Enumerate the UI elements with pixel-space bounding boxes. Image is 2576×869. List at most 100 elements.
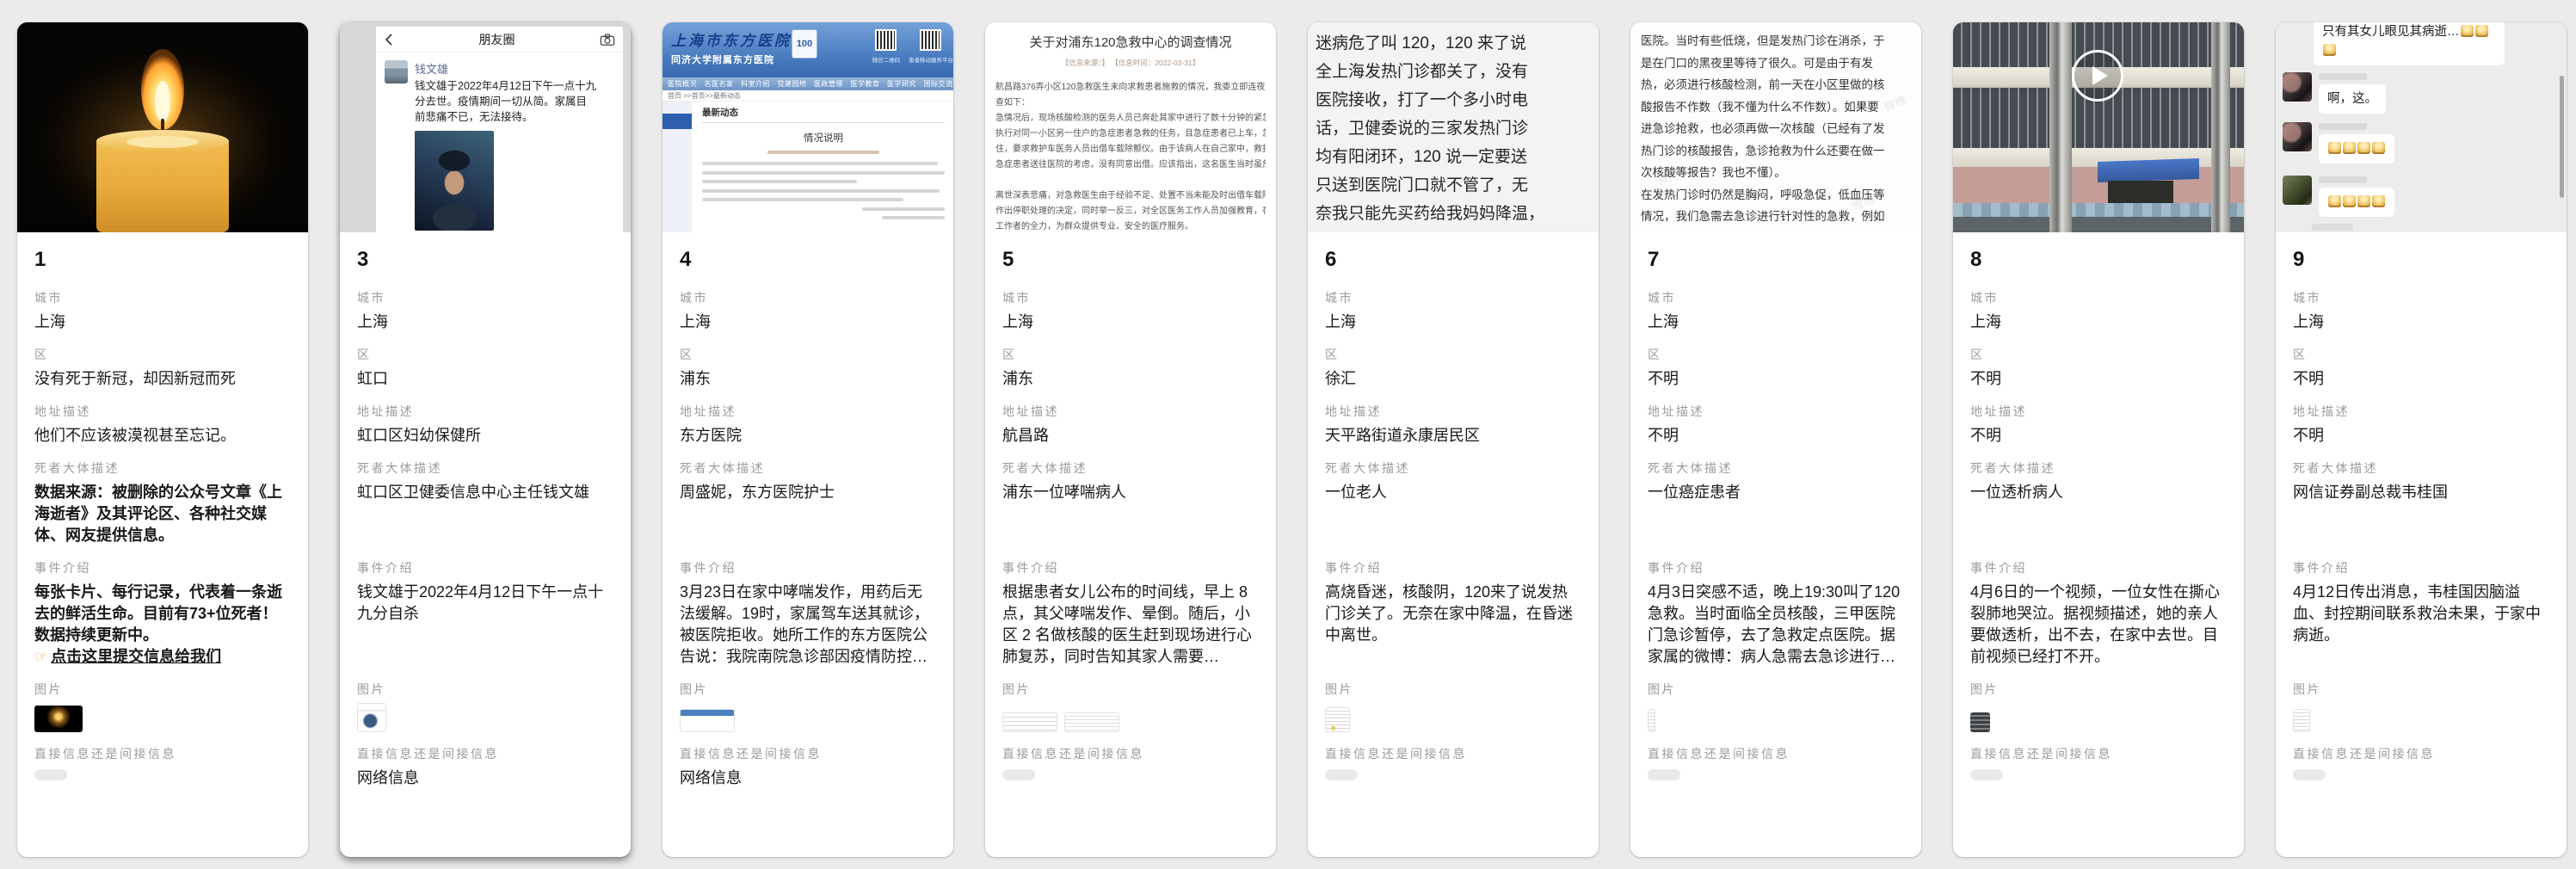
field-image: 图片 <box>1970 681 2227 732</box>
card-number: 3 <box>357 248 613 272</box>
site-section-title: 最新动态 <box>702 106 945 123</box>
field-label: 区 <box>34 346 291 363</box>
record-card-8[interactable]: 8 城市上海 区不明 地址描述不明 死者大体描述一位透析病人 事件介绍4月6日的… <box>1953 22 2244 857</box>
field-district: 区不明 <box>2293 346 2549 390</box>
field-event: 事件介绍钱文雄于2022年4月12日下午一点十九分自杀 <box>357 559 613 668</box>
attachment-thumbnail[interactable] <box>357 703 386 732</box>
field-value-deceased: 一位老人 <box>1325 482 1581 546</box>
card-number: 9 <box>2293 248 2549 272</box>
attachment-thumbnail[interactable] <box>1325 707 1350 732</box>
record-card-5[interactable]: 关于对浦东120急救中心的调查情况 【信息来源：】 【信息时间：2022-03-… <box>985 22 1276 857</box>
attachment-thumbnail[interactable] <box>1648 709 1655 732</box>
field-city: 城市上海 <box>357 289 613 333</box>
field-value-district: 没有死于新冠，却因新冠而死 <box>34 368 291 390</box>
field-direct: 直接信息还是间接信息网络信息 <box>680 745 936 789</box>
empty-select-pill <box>1648 769 1680 780</box>
cover-image-group-chat: 只有其女儿眼见其病逝… 啊，这。 <box>2276 22 2567 232</box>
field-city: 城市上海 <box>34 289 291 333</box>
blurred-username <box>2312 224 2353 231</box>
field-label: 死者大体描述 <box>34 459 291 477</box>
site-breadcrumb: 首页 >>首页>>最新动态 <box>662 90 953 102</box>
cover-image-investigation-report: 关于对浦东120急救中心的调查情况 【信息来源：】 【信息时间：2022-03-… <box>985 22 1276 232</box>
field-value-event: 3月23日在家中哮喘发作，用药后无法缓解。19时，家属驾车送其就诊，被医院拒收。… <box>680 582 936 668</box>
back-chevron-icon <box>384 33 394 46</box>
avatar <box>2283 122 2312 151</box>
field-direct: 直接信息还是间接信息 <box>1648 745 1904 780</box>
metal-pole <box>2049 22 2072 232</box>
field-value-city: 上海 <box>1325 311 1581 333</box>
field-value-city: 上海 <box>2293 311 2549 333</box>
field-value-event: 4月3日突感不适，晚上19:30叫了120急救。当时面临全员核酸，三甲医院门急诊… <box>1648 582 1904 668</box>
field-address: 地址描述不明 <box>1648 403 1904 447</box>
field-image: 图片 <box>357 681 613 732</box>
field-city: 城市上海 <box>1002 289 1259 333</box>
empty-select-pill <box>1325 769 1358 780</box>
chat-bubble <box>2319 188 2394 217</box>
field-deceased: 死者大体描述浦东一位哮喘病人 <box>1002 459 1259 546</box>
attachment-thumbnail[interactable] <box>1064 712 1119 732</box>
field-value-deceased: 周盛妮，东方医院护士 <box>680 482 936 546</box>
folded-hands-emoji <box>2323 44 2336 56</box>
field-label: 直接信息还是间接信息 <box>34 745 291 762</box>
field-image: 图片 <box>34 681 291 732</box>
text-line-bar <box>702 171 945 175</box>
field-value-district: 不明 <box>1648 368 1904 390</box>
field-address: 地址描述不明 <box>1970 403 2227 447</box>
folded-hands-emoji <box>2328 195 2341 207</box>
qr-caption: 微信二维码 <box>864 55 909 64</box>
field-city: 城市上海 <box>1325 289 1581 333</box>
attachment-thumbnail[interactable] <box>1970 712 1990 732</box>
field-value-deceased: 数据来源：被删除的公众号文章《上海逝者》及其评论区、各种社交媒体、网友提供信息。 <box>34 482 291 546</box>
field-value-direct: 网络信息 <box>357 767 613 789</box>
field-value-event: 4月6日的一个视频，一位女性在撕心裂肺地哭泣。据视频描述，她的亲人要做透析，出不… <box>1970 582 2227 668</box>
record-card-3[interactable]: 朋友圈 钱文雄 钱文雄于2022年4月12日下午一点十九分去世。疫情期间一切从简… <box>340 22 631 857</box>
qr-code <box>875 29 897 51</box>
attachment-thumbnail[interactable] <box>2293 709 2310 732</box>
record-card-6[interactable]: 迷病危了叫 120，120 来了说 全上海发热门诊都关了，没有 医院接收，打了一… <box>1308 22 1599 857</box>
chat-bubble: 啊，这。 <box>2319 84 2386 114</box>
field-value-city: 上海 <box>680 311 936 333</box>
field-address: 地址描述虹口区妇幼保健所 <box>357 403 613 447</box>
field-image: 图片 <box>680 681 936 732</box>
record-card-7[interactable]: 医院。当时有些低烧，但是发热门诊在消杀，于 是在门口的黑夜里等待了很久。可是由于… <box>1630 22 1921 857</box>
blurred-username <box>2319 73 2367 80</box>
folded-hands-emoji <box>2461 25 2474 37</box>
pointing-hand-icon: ☞ <box>34 648 48 665</box>
text-line-bar <box>702 189 940 193</box>
field-value-city: 上海 <box>1970 311 2227 333</box>
site-sidebar <box>662 102 692 232</box>
attachment-thumbnail[interactable] <box>1002 712 1057 732</box>
report-body: 航昌路376弄小区120急救医生未向求救患者施救的情况，我委立即连夜启动调 查如… <box>995 80 1266 232</box>
qr-code <box>920 29 941 51</box>
doorway <box>2108 181 2173 205</box>
field-label: 事件介绍 <box>34 559 291 576</box>
text-line-bar <box>702 180 857 183</box>
field-value-district: 虹口 <box>357 368 613 390</box>
field-value-district: 浦东 <box>1002 368 1259 390</box>
cover-image-weibo-text: 医院。当时有些低烧，但是发热门诊在消杀，于 是在门口的黑夜里等待了很久。可是由于… <box>1630 22 1921 232</box>
field-value-city: 上海 <box>357 311 613 333</box>
card-number: 8 <box>1970 248 2227 272</box>
field-label: 地址描述 <box>34 403 291 420</box>
field-deceased: 死者大体描述周盛妮，东方医院护士 <box>680 459 936 546</box>
field-value-deceased: 一位透析病人 <box>1970 482 2227 546</box>
field-address: 地址描述天平路街道永康居民区 <box>1325 403 1581 447</box>
field-value-district: 浦东 <box>680 368 936 390</box>
attachment-thumbnail[interactable] <box>680 709 735 732</box>
record-card-9[interactable]: 只有其女儿眼见其病逝… 啊，这。 <box>2276 22 2567 857</box>
submit-info-link[interactable]: 点击这里提交信息给我们 <box>51 648 221 665</box>
field-address: 地址描述他们不应该被漠视甚至忘记。 <box>34 403 291 447</box>
video-play-button[interactable] <box>2072 50 2123 102</box>
chat-text: 只有其女儿眼见其病逝… <box>2322 25 2460 39</box>
card-number: 4 <box>680 248 936 272</box>
blurred-username <box>2319 176 2367 183</box>
text-line-bar <box>882 216 945 219</box>
attachment-thumbnail-candle[interactable] <box>34 706 83 732</box>
field-value-district: 不明 <box>1970 368 2227 390</box>
record-card-4[interactable]: 上海市东方医院 同济大学附属东方医院 100 微信二维码 患者移动服务平台 医院… <box>662 22 953 857</box>
field-value-city: 上海 <box>1002 311 1259 333</box>
record-card-1[interactable]: 1 城市上海 区没有死于新冠，却因新冠而死 地址描述他们不应该被漠视甚至忘记。 … <box>17 22 308 857</box>
submit-info-row: ☞点击这里提交信息给我们 <box>34 646 291 668</box>
field-district: 区不明 <box>1970 346 2227 390</box>
empty-select-pill <box>1002 769 1035 780</box>
